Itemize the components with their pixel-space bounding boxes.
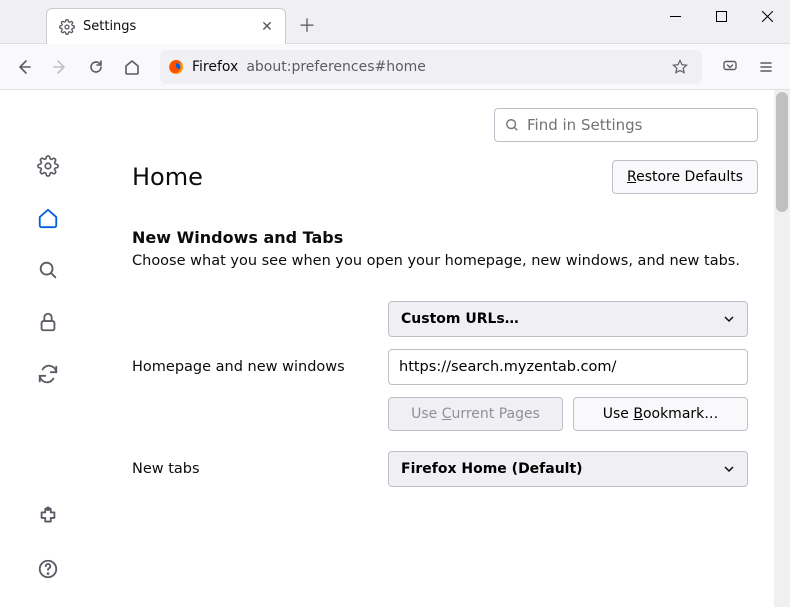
reload-button[interactable]	[80, 51, 112, 83]
sidebar-item-support[interactable]	[34, 555, 62, 583]
minimize-button[interactable]	[652, 0, 698, 32]
homepage-mode-select[interactable]: Custom URLs…	[388, 301, 748, 337]
sidebar-item-general[interactable]	[34, 152, 62, 180]
newtabs-label: New tabs	[132, 461, 388, 477]
close-tab-button[interactable]: ✕	[259, 19, 275, 35]
use-bookmark-button[interactable]: Use Bookmark…	[573, 397, 748, 431]
home-button[interactable]	[116, 51, 148, 83]
homepage-label: Homepage and new windows	[132, 359, 388, 375]
url-identity: Firefox	[192, 59, 238, 75]
newtabs-mode-select[interactable]: Firefox Home (Default)	[388, 451, 748, 487]
sidebar-item-sync[interactable]	[34, 360, 62, 388]
scrollbar-thumb[interactable]	[776, 92, 788, 212]
new-tab-button[interactable]: ＋	[292, 10, 322, 40]
window-controls	[652, 0, 790, 32]
forward-button	[44, 51, 76, 83]
sidebar-item-search[interactable]	[34, 256, 62, 284]
content-area: Find in Settings Home Restore Defaults N…	[0, 90, 790, 607]
chevron-down-icon	[723, 463, 735, 475]
bookmark-star-button[interactable]	[666, 53, 694, 81]
maximize-button[interactable]	[698, 0, 744, 32]
settings-main: Find in Settings Home Restore Defaults N…	[96, 90, 790, 607]
app-menu-button[interactable]	[750, 51, 782, 83]
search-settings-input[interactable]: Find in Settings	[494, 108, 758, 142]
close-window-button[interactable]	[744, 0, 790, 32]
chevron-down-icon	[723, 313, 735, 325]
browser-toolbar: Firefox about:preferences#home	[0, 44, 790, 90]
browser-tab[interactable]: Settings ✕	[46, 8, 286, 44]
window-titlebar: Settings ✕ ＋	[0, 0, 790, 44]
select-value: Custom URLs…	[401, 311, 519, 327]
homepage-url-input[interactable]	[388, 349, 748, 385]
save-to-pocket-button[interactable]	[714, 51, 746, 83]
select-value: Firefox Home (Default)	[401, 461, 583, 477]
firefox-icon	[168, 59, 184, 75]
settings-sidebar	[0, 90, 96, 607]
scrollbar[interactable]	[774, 90, 790, 607]
sidebar-item-extensions[interactable]	[34, 503, 62, 531]
url-bar[interactable]: Firefox about:preferences#home	[160, 50, 702, 84]
section-heading: New Windows and Tabs	[132, 228, 758, 247]
restore-defaults-button[interactable]: Restore Defaults	[612, 160, 758, 194]
sidebar-item-home[interactable]	[34, 204, 62, 232]
tab-title: Settings	[83, 19, 251, 34]
sidebar-item-privacy[interactable]	[34, 308, 62, 336]
back-button[interactable]	[8, 51, 40, 83]
gear-icon	[59, 19, 75, 35]
page-title: Home	[132, 163, 203, 191]
url-path: about:preferences#home	[246, 59, 426, 75]
use-current-pages-button: Use Current Pages	[388, 397, 563, 431]
section-description: Choose what you see when you open your h…	[132, 253, 758, 269]
search-placeholder: Find in Settings	[527, 116, 642, 134]
